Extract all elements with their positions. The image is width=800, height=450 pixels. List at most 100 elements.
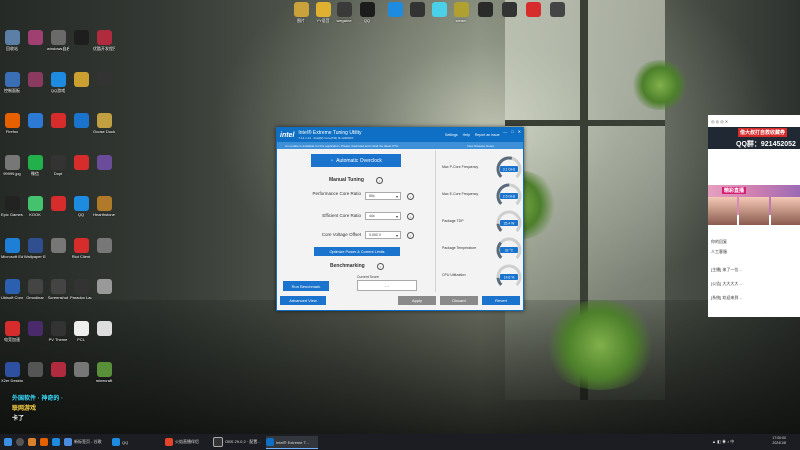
live-thumbnails[interactable] xyxy=(708,197,800,225)
desktop-icon[interactable]: Microsoft Edge xyxy=(1,237,23,259)
release-notes-link[interactable]: View Release Notes xyxy=(467,144,494,148)
info-icon[interactable]: i xyxy=(377,263,384,270)
desktop-icon[interactable]: 优酷开发程序 xyxy=(93,30,115,51)
desktop-icon[interactable]: 图片 xyxy=(290,2,312,23)
tray-icons[interactable]: ▲ ◧ ◉ ♪ 中 xyxy=(712,436,734,448)
desktop-icon[interactable]: Wallpaper Engine xyxy=(24,237,46,259)
desktop-icon[interactable]: minecraft xyxy=(93,362,115,383)
info-icon[interactable]: i xyxy=(407,232,414,239)
desktop-icon[interactable] xyxy=(24,30,46,46)
taskbar-item-obs[interactable]: OBS 29.0.2 · 配置... xyxy=(213,436,263,448)
desktop-icon[interactable] xyxy=(70,362,92,378)
taskbar-item-browser[interactable]: 新标签页 - 谷歌 xyxy=(64,436,104,448)
advanced-view-button[interactable]: Advanced View xyxy=(280,296,326,305)
system-clock[interactable]: 17:00:00 2024/1/8 xyxy=(772,436,786,446)
desktop-icon[interactable]: Omodinar xyxy=(24,279,46,300)
desktop-icon[interactable]: X2er Desktop xyxy=(1,362,23,383)
desktop-icon[interactable]: QQ游戏 xyxy=(47,71,69,93)
desktop-icon[interactable]: Goose Duck xyxy=(93,113,115,134)
info-icon[interactable]: i xyxy=(376,177,383,184)
desktop-icon[interactable] xyxy=(406,2,428,18)
desktop-icon[interactable]: QQ xyxy=(356,2,378,23)
auto-overclock-button[interactable]: ◔ Automatic Overclock xyxy=(311,154,401,167)
desktop-icon[interactable] xyxy=(24,320,46,337)
close-button[interactable]: ✕ xyxy=(518,129,521,134)
taskbar-item-qq[interactable]: QQ xyxy=(112,436,140,448)
desktop-icon[interactable] xyxy=(24,113,46,129)
voltage-offset-select[interactable]: 0.000 V ▾ xyxy=(365,231,401,239)
optimize-limits-button[interactable]: Optimize Power & Current Limits xyxy=(314,247,400,256)
taskbar-pinned-app[interactable] xyxy=(52,436,62,448)
desktop-icon[interactable] xyxy=(70,154,92,171)
e-core-ratio-select[interactable]: 44x ▾ xyxy=(365,212,401,220)
desktop-icon[interactable] xyxy=(474,2,496,18)
desktop-icon[interactable]: wegame xyxy=(333,2,355,23)
p-core-ratio-select[interactable]: 50x ▾ xyxy=(365,192,401,200)
taskbar-item-live[interactable]: 火焰直播伴侣 xyxy=(165,436,207,448)
apply-button[interactable]: Apply xyxy=(398,296,436,305)
desktop-icon[interactable] xyxy=(546,2,568,18)
help-link[interactable]: Help xyxy=(463,133,470,137)
desktop-icon[interactable]: Epic Games Launcher xyxy=(1,196,23,217)
settings-link[interactable]: Settings xyxy=(445,133,458,137)
desktop-icon[interactable]: windows自启动 xyxy=(47,30,69,51)
taskbar-pinned-app[interactable] xyxy=(28,436,38,448)
overlay-text: 联网游戏 xyxy=(12,406,37,412)
desktop-icon[interactable] xyxy=(70,71,92,88)
run-benchmark-button[interactable]: Run Benchmark xyxy=(283,281,329,291)
desktop-icon[interactable]: YY语音 xyxy=(312,2,334,23)
report-issue-link[interactable]: Report an Issue xyxy=(475,133,500,137)
desktop-icon[interactable] xyxy=(70,113,92,129)
desktop-icon[interactable] xyxy=(522,2,544,18)
desktop-icon[interactable]: Paradox Launcher xyxy=(70,279,92,300)
desktop-icon[interactable] xyxy=(47,362,69,378)
desktop-icon[interactable] xyxy=(93,320,115,337)
gauge-icon: ◔ xyxy=(330,157,334,164)
wallpaper-plant xyxy=(630,60,690,110)
desktop-icon[interactable] xyxy=(93,71,115,88)
chat-toolbar[interactable]: ◎ ◎ ◎ ✕ xyxy=(708,115,800,127)
desktop-icon[interactable] xyxy=(93,154,115,171)
desktop-icon[interactable]: 电竞加速 xyxy=(1,320,23,342)
desktop-icon[interactable]: Dopt xyxy=(47,154,69,176)
minimize-button[interactable]: — xyxy=(503,129,507,134)
desktop-icon[interactable] xyxy=(384,2,406,18)
taskbar-pinned-app[interactable] xyxy=(40,436,50,448)
chevron-down-icon: ▾ xyxy=(395,214,398,219)
gauge-arc: 32 °C xyxy=(496,237,522,263)
desktop-icon[interactable]: QQ xyxy=(70,196,92,217)
desktop-icon[interactable]: Firefox xyxy=(1,113,23,134)
maximize-button[interactable]: □ xyxy=(511,129,513,134)
desktop-icon[interactable] xyxy=(24,362,46,378)
desktop-icon[interactable]: KOOK xyxy=(24,196,46,217)
desktop-icon[interactable] xyxy=(93,237,115,254)
search-icon[interactable] xyxy=(16,436,26,448)
revert-button[interactable]: Revert xyxy=(482,296,520,305)
desktop-icon[interactable]: 控制面板 xyxy=(1,71,23,93)
desktop-icon[interactable]: 回收站 xyxy=(1,30,23,51)
desktop-icon[interactable]: Riot Client xyxy=(70,237,92,259)
desktop-icon[interactable]: 99999.jpg xyxy=(1,154,23,176)
desktop-icon[interactable] xyxy=(428,2,450,18)
desktop-icon[interactable]: Hearthstone xyxy=(93,196,115,217)
desktop-icon[interactable]: steam xyxy=(450,2,472,23)
desktop-icon[interactable]: Ubisoft Connect xyxy=(1,279,23,300)
desktop-icon[interactable]: Screenshot xyxy=(47,279,69,300)
discard-button[interactable]: Discard xyxy=(440,296,478,305)
desktop-icon[interactable] xyxy=(24,71,46,88)
xtu-titlebar[interactable]: intel Intel® Extreme Tuning Utility 7.14… xyxy=(277,128,523,142)
desktop-icon[interactable] xyxy=(93,279,115,295)
desktop-icon[interactable] xyxy=(47,196,69,212)
desktop-icon[interactable]: PCL xyxy=(70,320,92,342)
desktop-icon[interactable] xyxy=(47,113,69,129)
desktop-icon[interactable] xyxy=(70,30,92,46)
desktop-icon[interactable]: 微信 xyxy=(24,154,46,176)
info-icon[interactable]: i xyxy=(407,213,414,220)
start-button[interactable] xyxy=(4,436,14,448)
desktop-icon[interactable] xyxy=(498,2,520,18)
chat-message: [系统] 欢迎来到… xyxy=(711,295,743,300)
desktop-icon[interactable]: PV Theme xyxy=(47,320,69,342)
taskbar-item-xtu[interactable]: Intel® Extreme T... xyxy=(266,436,318,449)
desktop-icon[interactable] xyxy=(47,237,69,254)
info-icon[interactable]: i xyxy=(407,193,414,200)
